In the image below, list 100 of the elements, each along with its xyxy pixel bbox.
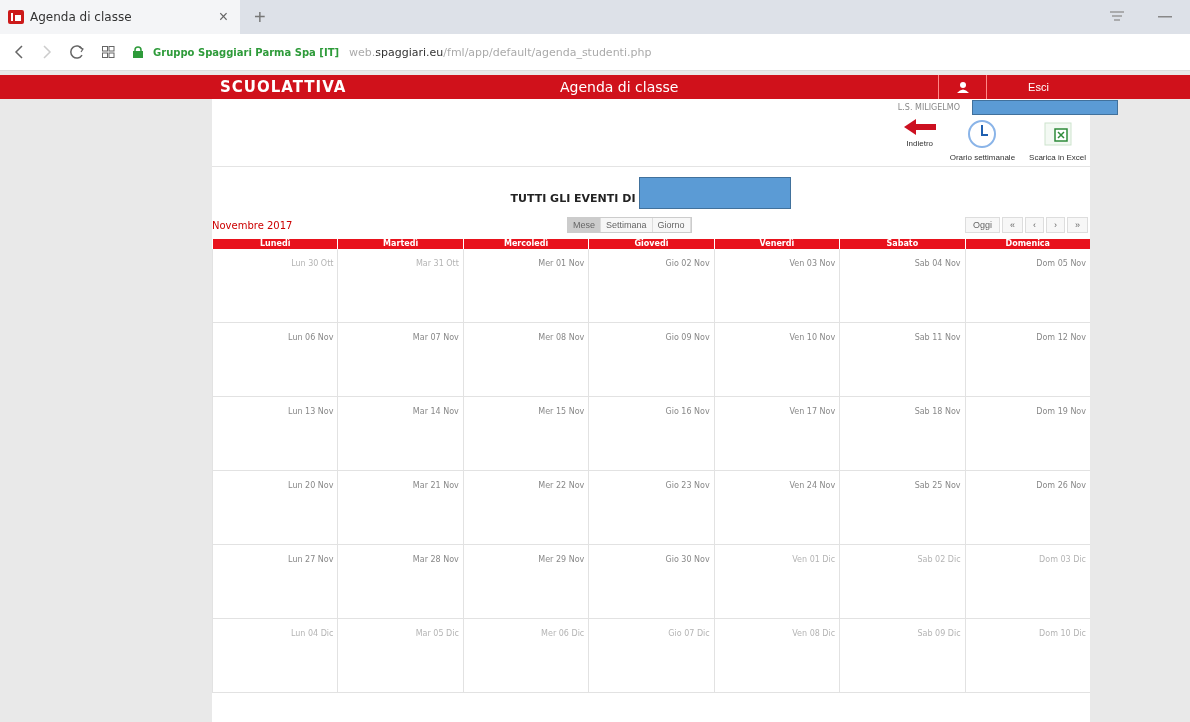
events-heading: TUTTI GLI EVENTI DI [510,192,636,205]
day-cell[interactable]: Gio 23 Nov [588,471,714,545]
day-cell[interactable]: Sab 18 Nov [839,397,965,471]
day-cell[interactable]: Ven 24 Nov [713,471,840,545]
weekday-header: Venerdì [713,239,840,249]
view-tab[interactable]: Mese [568,218,601,232]
weekday-header: Giovedì [588,239,714,249]
padlock-icon [133,46,143,58]
day-cell[interactable]: Mer 08 Nov [462,323,589,397]
back-button[interactable] [14,45,24,59]
day-cell[interactable]: Mar 28 Nov [337,545,463,619]
day-label: Ven 03 Nov [789,259,836,268]
day-label: Mer 06 Dic [541,629,585,638]
day-cell[interactable]: Ven 10 Nov [713,323,840,397]
view-tab[interactable]: Settimana [601,218,653,232]
day-label: Lun 30 Ott [291,259,334,268]
reload-button[interactable] [70,45,84,59]
day-cell[interactable]: Dom 19 Nov [964,397,1090,471]
day-cell[interactable]: Dom 26 Nov [964,471,1090,545]
day-label: Gio 16 Nov [665,407,710,416]
day-label: Sab 18 Nov [914,407,961,416]
nav-button[interactable]: › [1046,217,1065,233]
nav-button[interactable]: ‹ [1025,217,1044,233]
day-cell[interactable]: Mar 31 Ott [337,249,463,323]
day-cell[interactable]: Mar 21 Nov [337,471,463,545]
day-cell[interactable]: Ven 01 Dic [713,545,840,619]
day-cell[interactable]: Sab 04 Nov [839,249,965,323]
day-cell[interactable]: Sab 11 Nov [839,323,965,397]
day-label: Mar 05 Dic [415,629,459,638]
day-label: Ven 17 Nov [789,407,836,416]
day-cell[interactable]: Mer 06 Dic [462,619,589,693]
logo-text: SCUOLATTIVA [220,78,348,96]
day-cell[interactable]: Sab 25 Nov [839,471,965,545]
day-cell[interactable]: Gio 30 Nov [588,545,714,619]
day-label: Sab 09 Dic [917,629,961,638]
day-cell[interactable]: Mer 01 Nov [462,249,589,323]
day-label: Sab 25 Nov [914,481,961,490]
day-cell[interactable]: Gio 09 Nov [588,323,714,397]
day-cell[interactable]: Lun 06 Nov [212,323,338,397]
weekday-header: Domenica [964,239,1090,249]
day-cell[interactable]: Mer 22 Nov [462,471,589,545]
day-cell[interactable]: Lun 04 Dic [212,619,338,693]
day-label: Mer 29 Nov [538,555,585,564]
back-action[interactable]: Indietro [903,119,936,162]
weekday-header: Mercoledì [462,239,589,249]
user-icon [956,81,969,93]
day-cell[interactable]: Gio 07 Dic [588,619,714,693]
day-label: Mar 31 Ott [415,259,459,268]
day-cell[interactable]: Dom 12 Nov [964,323,1090,397]
day-cell[interactable]: Mar 07 Nov [337,323,463,397]
weekday-header: Martedì [337,239,463,249]
day-cell[interactable]: Dom 03 Dic [964,545,1090,619]
day-cell[interactable]: Ven 17 Nov [713,397,840,471]
tab-title[interactable]: Agenda di classe [30,10,209,24]
day-label: Lun 04 Dic [290,629,334,638]
site-owner: Gruppo Spaggiari Parma Spa [IT] [153,46,340,58]
day-cell[interactable]: Lun 30 Ott [212,249,338,323]
day-label: Lun 20 Nov [288,481,334,490]
new-tab-button[interactable]: + [248,4,272,30]
view-tab[interactable]: Giorno [652,218,691,232]
day-cell[interactable]: Sab 02 Dic [839,545,965,619]
day-cell[interactable]: Dom 10 Dic [964,619,1090,693]
day-label: Mer 01 Nov [538,259,585,268]
day-cell[interactable]: Mar 14 Nov [337,397,463,471]
day-label: Mar 28 Nov [412,555,459,564]
weekday-header: Lunedì [212,239,338,249]
day-cell[interactable]: Ven 08 Dic [713,619,840,693]
day-label: Sab 02 Dic [917,555,961,564]
day-cell[interactable]: Sab 09 Dic [839,619,965,693]
day-label: Lun 06 Nov [288,333,334,342]
day-cell[interactable]: Gio 02 Nov [588,249,714,323]
weekday-header: Sabato [839,239,965,249]
day-label: Dom 10 Dic [1039,629,1086,638]
day-cell[interactable]: Mer 29 Nov [462,545,589,619]
day-cell[interactable]: Mar 05 Dic [337,619,463,693]
nav-button[interactable]: « [1001,217,1023,233]
day-cell[interactable]: Mer 15 Nov [462,397,589,471]
close-tab-button[interactable]: × [214,8,232,26]
day-cell[interactable]: Ven 03 Nov [713,249,840,323]
nav-button[interactable]: Oggi [964,217,1000,233]
day-label: Mar 21 Nov [412,481,459,490]
excel-action[interactable]: Scarica in Excel [1029,119,1086,162]
day-label: Sab 11 Nov [914,333,961,342]
day-cell[interactable]: Gio 16 Nov [588,397,714,471]
day-label: Gio 09 Nov [665,333,710,342]
school-name: L.S. MILIGELMO [897,102,960,112]
url-text: web.spaggiari.eu/fml/app/default/agenda_studenti.php [349,45,652,59]
grid-button[interactable] [102,46,115,58]
day-label: Ven 10 Nov [789,333,836,342]
day-label: Dom 05 Nov [1036,259,1086,268]
nav-button[interactable]: » [1067,217,1088,233]
day-label: Dom 26 Nov [1036,481,1086,490]
day-cell[interactable]: Lun 20 Nov [212,471,338,545]
day-label: Gio 30 Nov [665,555,710,564]
day-label: Sab 04 Nov [914,259,961,268]
day-cell[interactable]: Dom 05 Nov [964,249,1090,323]
month-title: Novembre 2017 [212,219,294,231]
day-cell[interactable]: Lun 13 Nov [212,397,338,471]
schedule-action[interactable]: Orario settimanale [949,119,1016,162]
day-cell[interactable]: Lun 27 Nov [212,545,338,619]
